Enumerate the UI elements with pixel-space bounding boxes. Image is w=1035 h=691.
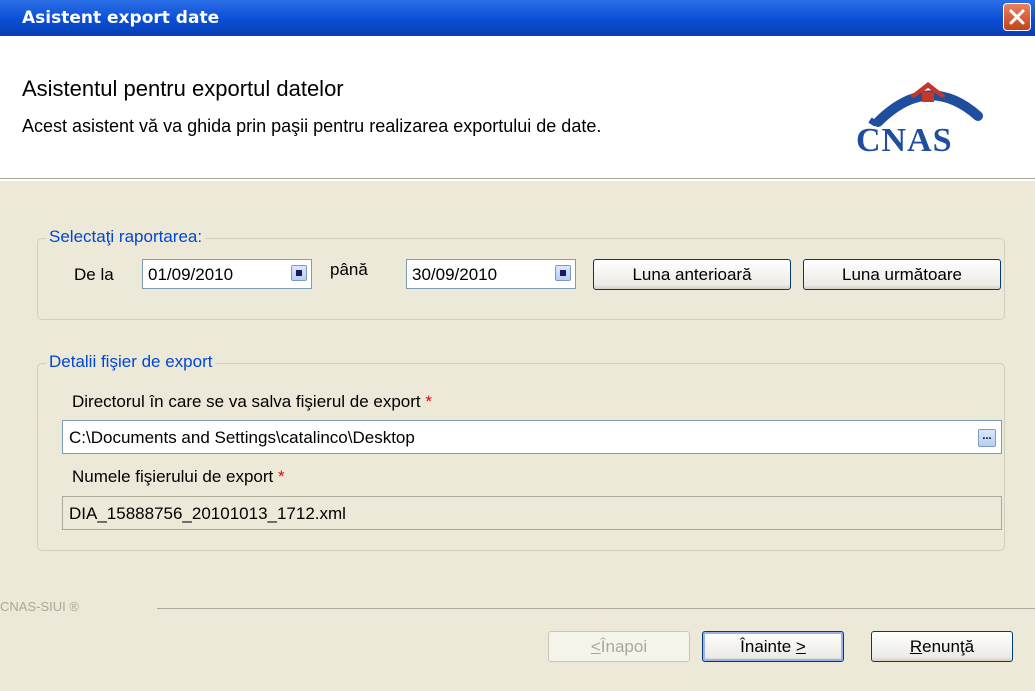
next-month-button[interactable]: Luna următoare <box>803 259 1001 290</box>
to-date-field[interactable]: 30/09/2010 <box>406 259 576 289</box>
close-button[interactable] <box>1003 3 1031 31</box>
title-bar: Asistent export date <box>0 0 1035 36</box>
export-group-legend: Detalii fişier de export <box>46 352 216 372</box>
filename-field: DIA_15888756_20101013_1712.xml <box>62 496 1002 530</box>
page-title: Asistentul pentru exportul datelor <box>22 76 344 101</box>
to-label: până <box>330 260 368 279</box>
from-calendar-icon[interactable] <box>291 265 307 281</box>
wizard-header: Asistentul pentru exportul datelor Acest… <box>0 36 1035 178</box>
back-button[interactable]: < Înapoi <box>548 631 690 662</box>
to-date-value: 30/09/2010 <box>412 265 498 284</box>
cancel-label: enunţă <box>922 636 975 656</box>
directory-label-text: Directorul în care se va salva fişierul … <box>72 392 421 411</box>
close-icon <box>1009 9 1025 25</box>
cancel-key: R <box>909 636 923 656</box>
browse-button[interactable]: ... <box>978 429 996 447</box>
footer-brand: CNAS-SIUI ® <box>0 599 79 614</box>
previous-month-button[interactable]: Luna anterioară <box>593 259 791 290</box>
directory-label: Directorul în care se va salva fişierul … <box>72 392 432 412</box>
directory-value: C:\Documents and Settings\catalinco\Desk… <box>69 428 415 447</box>
next-key: > <box>795 636 806 656</box>
report-group-legend: Selectaţi raportarea: <box>46 227 206 247</box>
required-mark: * <box>425 392 433 411</box>
next-label: Înainte <box>740 636 792 656</box>
from-date-value: 01/09/2010 <box>148 265 234 284</box>
filename-label: Numele fişierului de export * <box>72 467 285 487</box>
from-label: De la <box>74 265 114 284</box>
window-title: Asistent export date <box>22 8 220 28</box>
required-mark: * <box>278 467 285 486</box>
export-wizard-window: Asistent export date Asistentul pentru e… <box>0 0 1035 691</box>
filename-value: DIA_15888756_20101013_1712.xml <box>69 504 346 523</box>
back-label: Înapoi <box>600 636 648 656</box>
cancel-button[interactable]: Renunţă <box>871 631 1013 662</box>
back-key: < <box>590 636 601 656</box>
to-calendar-icon[interactable] <box>555 265 571 281</box>
cnas-logo: CNAS <box>848 76 1008 166</box>
header-divider <box>0 178 1035 181</box>
footer-divider <box>157 608 1035 609</box>
logo-text: CNAS <box>856 122 953 159</box>
filename-label-text: Numele fişierului de export <box>72 467 274 486</box>
from-date-field[interactable]: 01/09/2010 <box>142 259 312 289</box>
next-button[interactable]: Înainte > <box>702 631 844 662</box>
page-subtitle: Acest asistent vă va ghida prin paşii pe… <box>22 116 602 136</box>
directory-input[interactable]: C:\Documents and Settings\catalinco\Desk… <box>62 420 1002 454</box>
